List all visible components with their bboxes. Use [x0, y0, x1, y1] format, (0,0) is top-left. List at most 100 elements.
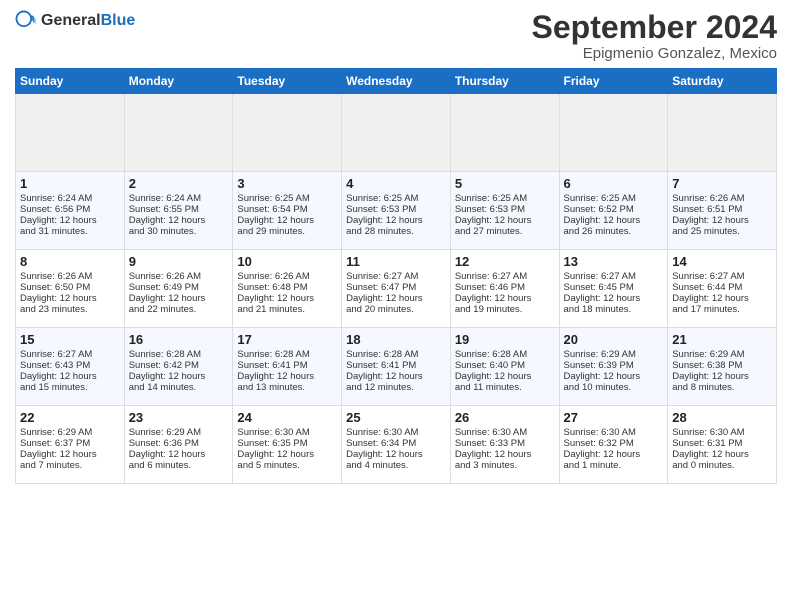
day-info: Daylight: 12 hours [455, 371, 555, 382]
day-info: Daylight: 12 hours [237, 449, 337, 460]
day-info: Daylight: 12 hours [20, 215, 120, 226]
day-info: Sunset: 6:54 PM [237, 204, 337, 215]
day-info: Sunrise: 6:28 AM [129, 349, 229, 360]
day-info: Sunset: 6:55 PM [129, 204, 229, 215]
day-number: 4 [346, 176, 446, 191]
table-cell: 7Sunrise: 6:26 AMSunset: 6:51 PMDaylight… [668, 172, 777, 250]
day-info: Sunset: 6:53 PM [346, 204, 446, 215]
day-number: 22 [20, 410, 120, 425]
day-number: 25 [346, 410, 446, 425]
day-info: and 13 minutes. [237, 382, 337, 393]
table-cell: 24Sunrise: 6:30 AMSunset: 6:35 PMDayligh… [233, 406, 342, 484]
table-cell [16, 94, 125, 172]
table-cell: 1Sunrise: 6:24 AMSunset: 6:56 PMDaylight… [16, 172, 125, 250]
day-info: Sunrise: 6:27 AM [346, 271, 446, 282]
day-info: Sunset: 6:32 PM [564, 438, 664, 449]
day-info: Daylight: 12 hours [237, 371, 337, 382]
day-info: and 1 minute. [564, 460, 664, 471]
table-cell: 9Sunrise: 6:26 AMSunset: 6:49 PMDaylight… [124, 250, 233, 328]
title-section: September 2024 Epigmenio Gonzalez, Mexic… [532, 10, 777, 62]
table-cell: 12Sunrise: 6:27 AMSunset: 6:46 PMDayligh… [450, 250, 559, 328]
day-info: Sunrise: 6:26 AM [129, 271, 229, 282]
table-cell: 23Sunrise: 6:29 AMSunset: 6:36 PMDayligh… [124, 406, 233, 484]
day-info: and 12 minutes. [346, 382, 446, 393]
day-info: Daylight: 12 hours [672, 449, 772, 460]
table-cell: 4Sunrise: 6:25 AMSunset: 6:53 PMDaylight… [342, 172, 451, 250]
day-info: Daylight: 12 hours [346, 371, 446, 382]
table-cell: 16Sunrise: 6:28 AMSunset: 6:42 PMDayligh… [124, 328, 233, 406]
table-cell: 11Sunrise: 6:27 AMSunset: 6:47 PMDayligh… [342, 250, 451, 328]
day-info: Sunset: 6:31 PM [672, 438, 772, 449]
day-info: and 4 minutes. [346, 460, 446, 471]
day-info: Sunset: 6:50 PM [20, 282, 120, 293]
day-number: 28 [672, 410, 772, 425]
day-info: Sunset: 6:34 PM [346, 438, 446, 449]
logo-blue: Blue [101, 13, 136, 29]
day-number: 23 [129, 410, 229, 425]
day-info: Sunset: 6:42 PM [129, 360, 229, 371]
table-cell: 25Sunrise: 6:30 AMSunset: 6:34 PMDayligh… [342, 406, 451, 484]
day-info: Daylight: 12 hours [672, 371, 772, 382]
calendar-row: 8Sunrise: 6:26 AMSunset: 6:50 PMDaylight… [16, 250, 777, 328]
day-info: Daylight: 12 hours [346, 215, 446, 226]
table-cell: 22Sunrise: 6:29 AMSunset: 6:37 PMDayligh… [16, 406, 125, 484]
day-info: Sunrise: 6:28 AM [237, 349, 337, 360]
table-cell: 20Sunrise: 6:29 AMSunset: 6:39 PMDayligh… [559, 328, 668, 406]
day-info: Sunrise: 6:29 AM [129, 427, 229, 438]
day-info: Daylight: 12 hours [129, 371, 229, 382]
day-info: Sunrise: 6:28 AM [346, 349, 446, 360]
day-info: Daylight: 12 hours [237, 293, 337, 304]
day-info: Sunset: 6:41 PM [346, 360, 446, 371]
day-number: 10 [237, 254, 337, 269]
day-info: Daylight: 12 hours [20, 293, 120, 304]
day-info: and 20 minutes. [346, 304, 446, 315]
calendar-row: 15Sunrise: 6:27 AMSunset: 6:43 PMDayligh… [16, 328, 777, 406]
day-info: and 14 minutes. [129, 382, 229, 393]
table-cell: 15Sunrise: 6:27 AMSunset: 6:43 PMDayligh… [16, 328, 125, 406]
day-info: Sunset: 6:43 PM [20, 360, 120, 371]
table-cell: 14Sunrise: 6:27 AMSunset: 6:44 PMDayligh… [668, 250, 777, 328]
calendar-table: Sunday Monday Tuesday Wednesday Thursday… [15, 68, 777, 484]
day-info: and 28 minutes. [346, 226, 446, 237]
table-cell [342, 94, 451, 172]
day-number: 5 [455, 176, 555, 191]
day-info: and 5 minutes. [237, 460, 337, 471]
day-number: 7 [672, 176, 772, 191]
table-cell: 26Sunrise: 6:30 AMSunset: 6:33 PMDayligh… [450, 406, 559, 484]
day-number: 18 [346, 332, 446, 347]
day-info: and 27 minutes. [455, 226, 555, 237]
day-info: Daylight: 12 hours [129, 449, 229, 460]
day-info: Sunset: 6:41 PM [237, 360, 337, 371]
day-info: and 17 minutes. [672, 304, 772, 315]
th-tuesday: Tuesday [233, 69, 342, 94]
day-info: Sunset: 6:44 PM [672, 282, 772, 293]
th-monday: Monday [124, 69, 233, 94]
table-cell: 3Sunrise: 6:25 AMSunset: 6:54 PMDaylight… [233, 172, 342, 250]
day-info: Daylight: 12 hours [455, 293, 555, 304]
day-info: Sunrise: 6:30 AM [455, 427, 555, 438]
day-number: 26 [455, 410, 555, 425]
day-number: 11 [346, 254, 446, 269]
day-info: Daylight: 12 hours [455, 449, 555, 460]
day-info: Sunrise: 6:27 AM [20, 349, 120, 360]
th-saturday: Saturday [668, 69, 777, 94]
day-info: Sunset: 6:38 PM [672, 360, 772, 371]
table-cell: 18 Sunrise: 6:28 AMSunset: 6:41 PMDayligh… [342, 328, 451, 406]
day-info: Daylight: 12 hours [455, 215, 555, 226]
day-info: Sunset: 6:48 PM [237, 282, 337, 293]
day-info: Daylight: 12 hours [346, 293, 446, 304]
day-info: Sunrise: 6:29 AM [20, 427, 120, 438]
day-info: and 29 minutes. [237, 226, 337, 237]
logo-text: General Blue [41, 13, 135, 29]
day-number: 19 [455, 332, 555, 347]
day-info: Sunset: 6:40 PM [455, 360, 555, 371]
subtitle: Epigmenio Gonzalez, Mexico [532, 45, 777, 62]
day-number: 2 [129, 176, 229, 191]
day-info: Sunrise: 6:30 AM [672, 427, 772, 438]
logo: General Blue [15, 10, 135, 32]
day-info: Daylight: 12 hours [129, 215, 229, 226]
table-cell [668, 94, 777, 172]
day-info: and 21 minutes. [237, 304, 337, 315]
day-info: and 3 minutes. [455, 460, 555, 471]
day-info: Sunset: 6:39 PM [564, 360, 664, 371]
